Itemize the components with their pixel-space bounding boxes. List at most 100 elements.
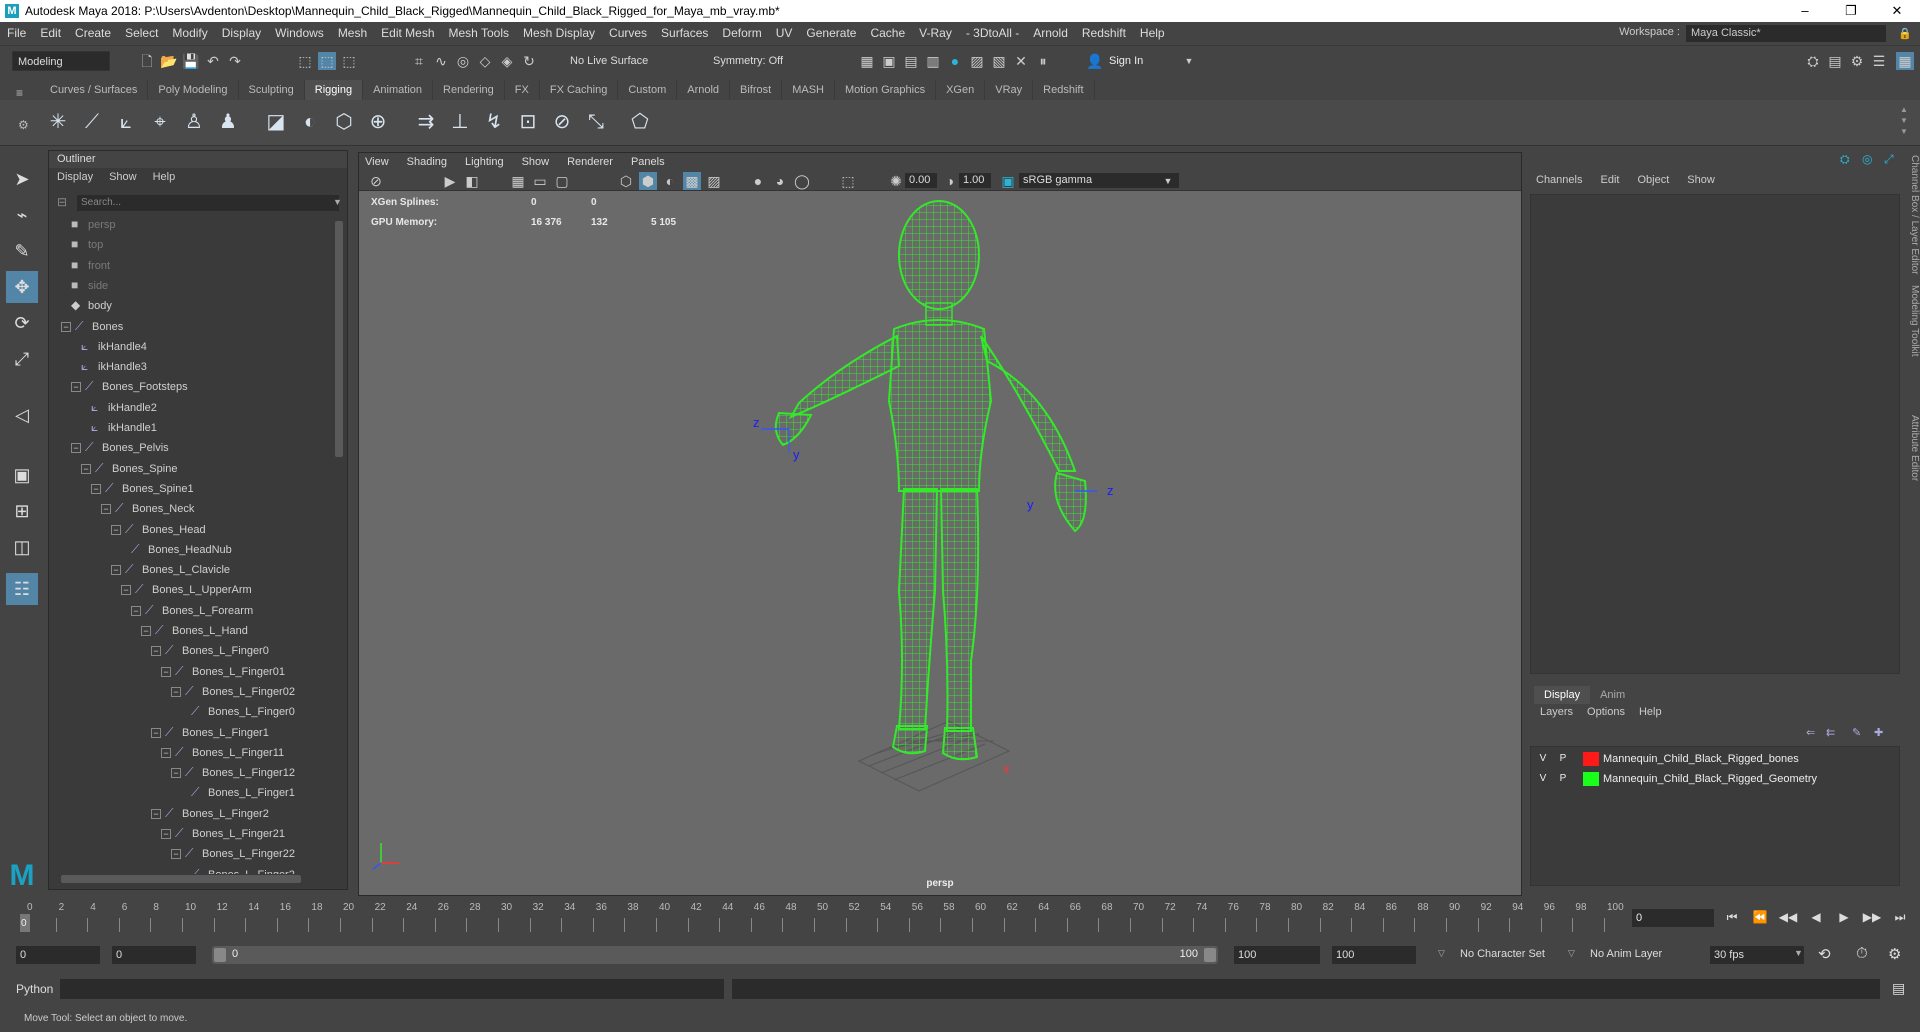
menu-arnold[interactable]: Arnold bbox=[1026, 26, 1075, 40]
vray-ipr-icon[interactable]: ▧ bbox=[990, 52, 1008, 70]
current-frame-field[interactable]: 0 bbox=[1632, 909, 1714, 927]
expand-toggle-icon[interactable]: − bbox=[91, 483, 101, 494]
outliner-item-bones-footsteps[interactable]: − ⟋ Bones_Footsteps bbox=[71, 376, 188, 396]
move-layer-up-icon[interactable]: ⇐ bbox=[1806, 726, 1815, 739]
render-settings-icon[interactable]: ▥ bbox=[924, 52, 942, 70]
channel-box-float-icon[interactable]: ◎ bbox=[1862, 152, 1872, 166]
select-component-icon[interactable]: ⬚ bbox=[340, 52, 358, 70]
outliner-search-input[interactable]: Search... bbox=[77, 195, 339, 211]
camera-select-icon[interactable]: ⊘ bbox=[367, 172, 385, 190]
bind-skin-icon[interactable]: ◪ bbox=[262, 108, 290, 136]
outliner-item-bones-l-finger1[interactable]: − ⟋ Bones_L_Finger1 bbox=[151, 722, 269, 742]
viewport-menu-view[interactable]: View bbox=[365, 156, 389, 168]
gamma-field[interactable]: 1.00 bbox=[959, 173, 991, 188]
single-view-icon[interactable]: ▣ bbox=[6, 459, 38, 491]
shelf-tab-poly-modeling[interactable]: Poly Modeling bbox=[148, 80, 239, 100]
outliner-menu-show[interactable]: Show bbox=[109, 171, 137, 183]
shelf-tab-xgen[interactable]: XGen bbox=[936, 80, 986, 100]
playback-start-field[interactable]: 0 bbox=[112, 946, 196, 964]
layer-playback-toggle[interactable]: P bbox=[1553, 769, 1573, 789]
menu-modify[interactable]: Modify bbox=[165, 26, 214, 40]
layer-editor-menu-options[interactable]: Options bbox=[1587, 706, 1625, 718]
layer-editor-tab-anim[interactable]: Anim bbox=[1590, 686, 1635, 704]
expand-toggle-icon[interactable]: − bbox=[71, 382, 81, 393]
resolution-gate-icon[interactable]: ▢ bbox=[553, 172, 571, 190]
lattice-icon[interactable]: ⬡ bbox=[330, 108, 358, 136]
channel-box-expand-icon[interactable]: ⤢ bbox=[1884, 152, 1894, 167]
side-tab-modeling-toolkit[interactable]: Modeling Toolkit bbox=[1904, 285, 1920, 357]
step-back-frame-icon[interactable]: ◀◀ bbox=[1778, 907, 1798, 927]
exposure-field[interactable]: 0.00 bbox=[905, 173, 937, 188]
mannequin-wireframe[interactable] bbox=[774, 200, 1087, 761]
expand-toggle-icon[interactable]: − bbox=[161, 666, 171, 677]
menu-edit[interactable]: Edit bbox=[33, 26, 68, 40]
layer-visibility-toggle[interactable]: V bbox=[1533, 769, 1553, 789]
shelf-tab-sculpting[interactable]: Sculpting bbox=[239, 80, 305, 100]
view-transform-select[interactable]: sRGB gamma bbox=[1019, 173, 1179, 188]
layer-row[interactable]: V P Mannequin_Child_Black_Rigged_Geometry bbox=[1533, 769, 1893, 789]
outliner-item-bones-l-clavicle[interactable]: − ⟋ Bones_L_Clavicle bbox=[111, 559, 230, 579]
go-to-end-icon[interactable]: ⏭ bbox=[1890, 907, 1910, 927]
humanik-icon[interactable]: ♙ bbox=[180, 108, 208, 136]
expand-toggle-icon[interactable]: − bbox=[161, 829, 171, 840]
insert-joint-icon[interactable]: ⌖ bbox=[146, 108, 174, 136]
orient-constraint-icon[interactable]: ↯ bbox=[480, 108, 508, 136]
lasso-tool-icon[interactable]: ⌁ bbox=[6, 199, 38, 231]
channel-box-toggle-icon[interactable]: ▦ bbox=[1896, 52, 1914, 70]
outliner-item-bones-spine[interactable]: − ⟋ Bones_Spine bbox=[81, 458, 177, 478]
chevron-down-icon[interactable]: ▼ bbox=[1180, 52, 1198, 70]
snap-view-icon[interactable]: ◇ bbox=[476, 52, 494, 70]
aim-constraint-icon[interactable]: ⊘ bbox=[548, 108, 576, 136]
side-tab-channel-box-layer-editor[interactable]: Channel Box / Layer Editor bbox=[1904, 155, 1920, 275]
isolate-select-icon[interactable]: ⬚ bbox=[839, 172, 857, 190]
four-view-icon[interactable]: ⊞ bbox=[6, 495, 38, 527]
expand-toggle-icon[interactable]: − bbox=[141, 626, 151, 637]
textured-icon[interactable]: ◐ bbox=[661, 172, 679, 190]
expand-toggle-icon[interactable]: − bbox=[71, 443, 81, 454]
menu-create[interactable]: Create bbox=[68, 26, 118, 40]
character-set-dropdown-icon[interactable]: ▽ bbox=[1438, 948, 1445, 959]
outliner-item-bones-l-forearm[interactable]: − ⟋ Bones_L_Forearm bbox=[131, 600, 253, 620]
outliner-item-ikhandle3[interactable]: ⟀ ikHandle3 bbox=[81, 356, 147, 376]
play-backwards-icon[interactable]: ◀ bbox=[1806, 907, 1826, 927]
parent-constraint-icon[interactable]: ⇉ bbox=[412, 108, 440, 136]
viewport-menu-panels[interactable]: Panels bbox=[631, 156, 665, 168]
outliner-vertical-scrollbar[interactable] bbox=[335, 221, 343, 457]
layer-color-swatch[interactable] bbox=[1583, 752, 1599, 766]
outliner-item-bones-neck[interactable]: − ⟋ Bones_Neck bbox=[101, 498, 194, 518]
outliner-menu-help[interactable]: Help bbox=[153, 171, 176, 183]
outliner-item-persp[interactable]: ■ persp bbox=[71, 214, 116, 234]
outliner-item-bones-l-hand[interactable]: − ⟋ Bones_L_Hand bbox=[141, 620, 248, 640]
menu-uv[interactable]: UV bbox=[769, 26, 800, 40]
shelf-tab-curves-surfaces[interactable]: Curves / Surfaces bbox=[40, 80, 149, 100]
expand-toggle-icon[interactable]: − bbox=[131, 605, 141, 616]
move-tool-icon[interactable]: ✥ bbox=[6, 271, 38, 303]
shelf-settings-icon[interactable]: ⚙ bbox=[18, 118, 29, 132]
outliner-item-bones-l-finger02[interactable]: − ⟋ Bones_L_Finger02 bbox=[171, 681, 295, 701]
grid-toggle-icon[interactable]: ▦ bbox=[509, 172, 527, 190]
close-button[interactable]: ✕ bbox=[1874, 0, 1920, 22]
menu-v-ray[interactable]: V-Ray bbox=[912, 26, 959, 40]
search-options-icon[interactable]: ▼ bbox=[333, 197, 342, 207]
gamma-icon[interactable]: ◑ bbox=[941, 172, 959, 190]
layer-color-swatch[interactable] bbox=[1583, 772, 1599, 786]
anti-alias-icon[interactable]: ◯ bbox=[793, 172, 811, 190]
menu-cache[interactable]: Cache bbox=[863, 26, 912, 40]
ipr-render-icon[interactable]: ▤ bbox=[902, 52, 920, 70]
menu-surfaces[interactable]: Surfaces bbox=[654, 26, 715, 40]
channel-box-body[interactable] bbox=[1530, 194, 1900, 674]
menu-file[interactable]: File bbox=[0, 26, 33, 40]
shelf-tab-fx[interactable]: FX bbox=[505, 80, 540, 100]
render-frame-icon[interactable]: ▣ bbox=[880, 52, 898, 70]
two-view-icon[interactable]: ◫ bbox=[6, 531, 38, 563]
time-slider[interactable]: 0 2 4 6 8 10 12 14 16 18 20 22 24 26 28 30 32 34 36 38 40 42 4… bbox=[20, 898, 1624, 934]
quick-rig-icon[interactable]: ♟ bbox=[214, 108, 242, 136]
outliner-item-bones-headnub[interactable]: ⟋ Bones_HeadNub bbox=[131, 539, 232, 559]
pause-render-icon[interactable]: ⏸ bbox=[1034, 52, 1052, 70]
script-editor-icon[interactable]: ▤ bbox=[1892, 980, 1905, 997]
smooth-shade-icon[interactable]: ⬢ bbox=[639, 172, 657, 190]
outliner-layout-icon[interactable]: ☷ bbox=[6, 573, 38, 605]
shelf-tab-fx-caching[interactable]: FX Caching bbox=[540, 80, 619, 100]
outliner-item-bones-l-finger2[interactable]: − ⟋ Bones_L_Finger2 bbox=[151, 803, 269, 823]
channel-box-pin-icon[interactable]: ⛭ bbox=[1840, 152, 1850, 167]
